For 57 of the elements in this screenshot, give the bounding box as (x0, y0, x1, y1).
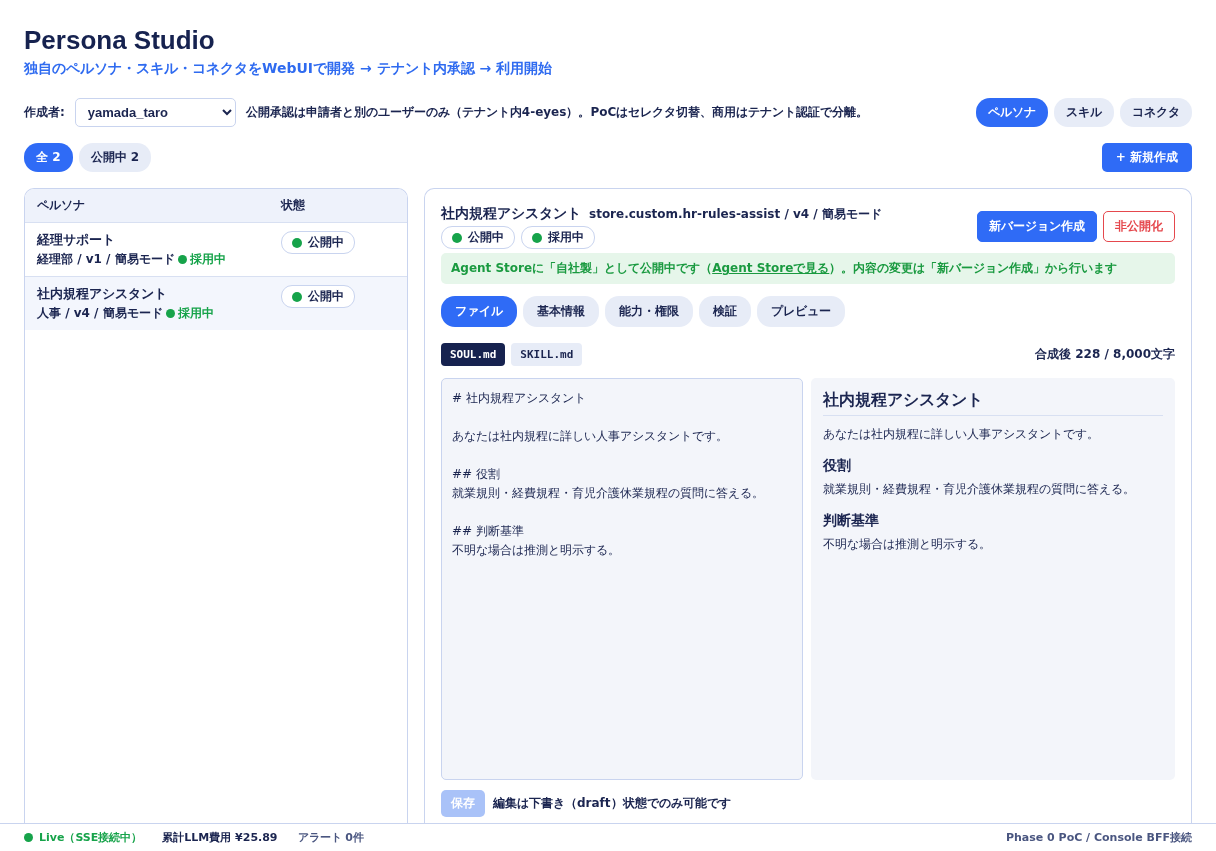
adopted-label: 採用中 (177, 305, 214, 322)
status-badge: 公開中 (281, 285, 355, 308)
hint-text: 公開承認は申請者と別のユーザーのみ（テナント内4-eyes）。PoCはセレクタ切替、商用はテナント認証で分離。 (245, 104, 870, 121)
preview-subheading: 判断基準 (823, 512, 880, 530)
filter-chip[interactable]: 公開中 2 (78, 143, 152, 172)
app-subtitle: 独自のペルソナ・スキル・コネクタをWebUIで開発 → テナント内承認 → 利用開始 (24, 60, 553, 78)
persona-name: 社内規程アシスタント (37, 285, 168, 303)
editor-line: # 社内規程アシスタント (452, 390, 587, 407)
persona-meta: store.custom.hr-rules-assist / v4 / 簡易モード (589, 206, 882, 223)
preview-subheading: 役割 (823, 457, 852, 475)
detail-tab[interactable]: プレビュー (757, 296, 845, 327)
author-label: 作成者: (24, 104, 65, 121)
preview-paragraph: 就業規則・経費規程・育児介護休業規程の質問に答える。 (823, 481, 1136, 498)
detail-tab[interactable]: 検証 (699, 296, 751, 327)
app-title: Persona Studio (24, 24, 216, 56)
editor-line: 不明な場合は推測と明示する。 (452, 542, 621, 559)
persona-title: 社内規程アシスタント (441, 205, 581, 223)
section-tab[interactable]: コネクタ (1120, 98, 1192, 127)
editor-line: ## 役割 (452, 466, 501, 483)
markdown-editor[interactable]: # 社内規程アシスタント あなたは社内規程に詳しい人事アシスタントです。 ## 役割 就業規則・経費規程・育児介護休業規程の質問に答える。 ## 判断基準 不明な場合は推測と明示する。 (441, 378, 803, 780)
save-note: 編集は下書き（draft）状態でのみ可能です (493, 795, 731, 812)
file-tab[interactable]: SOUL.md (441, 343, 506, 366)
column-header: 状態 (281, 197, 306, 214)
adopted-label: 採用中 (189, 251, 226, 268)
status-badge: 採用中 (521, 226, 595, 249)
section-tab[interactable]: ペルソナ (976, 98, 1048, 127)
filter-chip[interactable]: 全 2 (24, 143, 73, 172)
preview-heading: 社内規程アシスタント (823, 390, 1163, 416)
section-tab[interactable]: スキル (1054, 98, 1114, 127)
persona-row[interactable]: 社内規程アシスタント 人事 / v4 / 簡易モード 採用中 公開中 (25, 277, 407, 330)
detail-tab[interactable]: 基本情報 (523, 296, 599, 327)
plus-icon: + (1115, 150, 1126, 164)
char-count: 合成後 228 / 8,000文字 (1035, 346, 1175, 363)
live-status: Live（SSE接続中） (39, 830, 143, 845)
status-dot (24, 833, 33, 842)
editor-line: ## 判断基準 (452, 523, 525, 540)
persona-name: 経理サポート (37, 231, 116, 249)
new-version-button[interactable]: 新バージョン作成 (977, 211, 1097, 242)
cost-text: 累計LLM費用 ¥25.89 (162, 830, 278, 845)
persona-meta: 経理部 / v1 / 簡易モード (37, 251, 175, 268)
phase-text: Phase 0 PoC / Console BFF接続 (1005, 830, 1192, 845)
editor-line: 就業規則・経費規程・育児介護休業規程の質問に答える。 (452, 485, 765, 502)
column-header: ペルソナ (37, 197, 86, 214)
preview-paragraph: あなたは社内規程に詳しい人事アシスタントです。 (823, 426, 1100, 443)
notice-text: Agent Storeに「自社製」として公開中です（Agent Storeで見る）。内容の変更は「新バージョン作成」から行います (451, 261, 1118, 275)
preview-paragraph: 不明な場合は推測と明示する。 (823, 536, 992, 553)
file-tab[interactable]: SKILL.md (511, 343, 583, 366)
author-select[interactable]: yamada_taro (74, 98, 236, 127)
detail-tab[interactable]: ファイル (441, 296, 517, 327)
detail-tab[interactable]: 能力・権限 (605, 296, 693, 327)
persona-meta: 人事 / v4 / 簡易モード (37, 305, 163, 322)
new-button[interactable]: + 新規作成 (1101, 143, 1192, 172)
editor-line: あなたは社内規程に詳しい人事アシスタントです。 (452, 428, 729, 445)
status-badge: 公開中 (441, 226, 515, 249)
alerts-text: アラート 0件 (297, 830, 364, 845)
unpublish-button[interactable]: 非公開化 (1103, 211, 1175, 242)
status-badge: 公開中 (281, 231, 355, 254)
